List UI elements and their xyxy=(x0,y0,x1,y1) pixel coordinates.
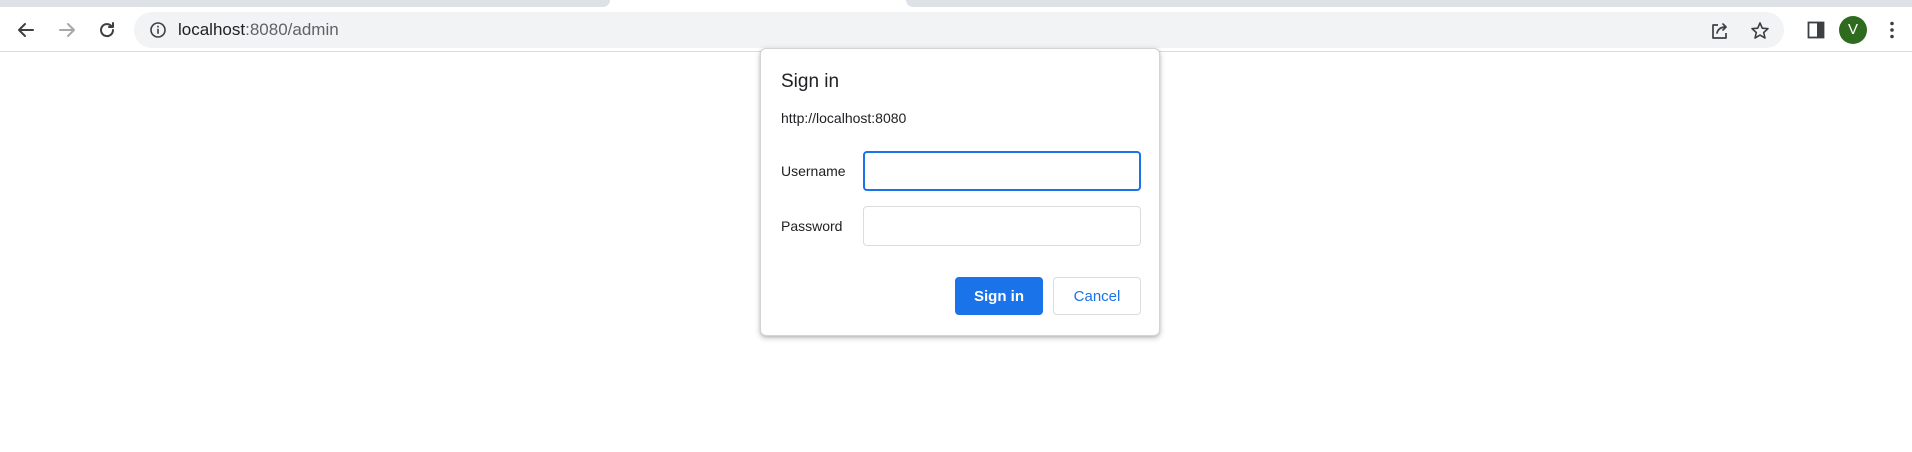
forward-button[interactable] xyxy=(49,12,85,48)
password-label: Password xyxy=(781,218,843,234)
password-input[interactable] xyxy=(863,206,1141,246)
tab-inactive-right[interactable] xyxy=(906,0,1912,7)
profile-avatar[interactable]: V xyxy=(1839,16,1867,44)
url-text[interactable]: localhost:8080/admin xyxy=(178,20,339,40)
url-port-path: :8080/admin xyxy=(245,20,339,39)
share-button[interactable] xyxy=(1708,19,1732,43)
arrow-left-icon xyxy=(18,23,34,37)
kebab-menu-icon xyxy=(1890,21,1894,39)
side-panel-button[interactable] xyxy=(1800,14,1832,46)
dialog-origin: http://localhost:8080 xyxy=(781,110,907,126)
sign-in-button[interactable]: Sign in xyxy=(955,277,1043,315)
sign-in-dialog: Sign in http://localhost:8080 Username P… xyxy=(760,48,1160,336)
side-panel-icon xyxy=(1807,21,1825,39)
url-host: localhost xyxy=(178,20,246,39)
address-bar[interactable]: localhost:8080/admin xyxy=(134,12,1784,48)
browser-toolbar: localhost:8080/admin V xyxy=(0,8,1912,52)
star-icon xyxy=(1751,22,1769,39)
username-input[interactable] xyxy=(863,151,1141,191)
arrow-right-icon xyxy=(59,23,75,37)
browser-menu-button[interactable] xyxy=(1876,14,1908,46)
tab-strip xyxy=(0,0,1912,8)
site-info-button[interactable] xyxy=(148,20,168,40)
info-circle-icon xyxy=(150,22,166,38)
cancel-button[interactable]: Cancel xyxy=(1053,277,1141,315)
share-icon xyxy=(1712,23,1727,39)
reload-icon xyxy=(100,22,115,38)
tab-inactive-left[interactable] xyxy=(0,0,610,7)
reload-button[interactable] xyxy=(89,12,125,48)
username-label: Username xyxy=(781,163,846,179)
back-button[interactable] xyxy=(8,12,44,48)
bookmark-button[interactable] xyxy=(1748,19,1772,43)
dialog-title: Sign in xyxy=(781,71,840,92)
